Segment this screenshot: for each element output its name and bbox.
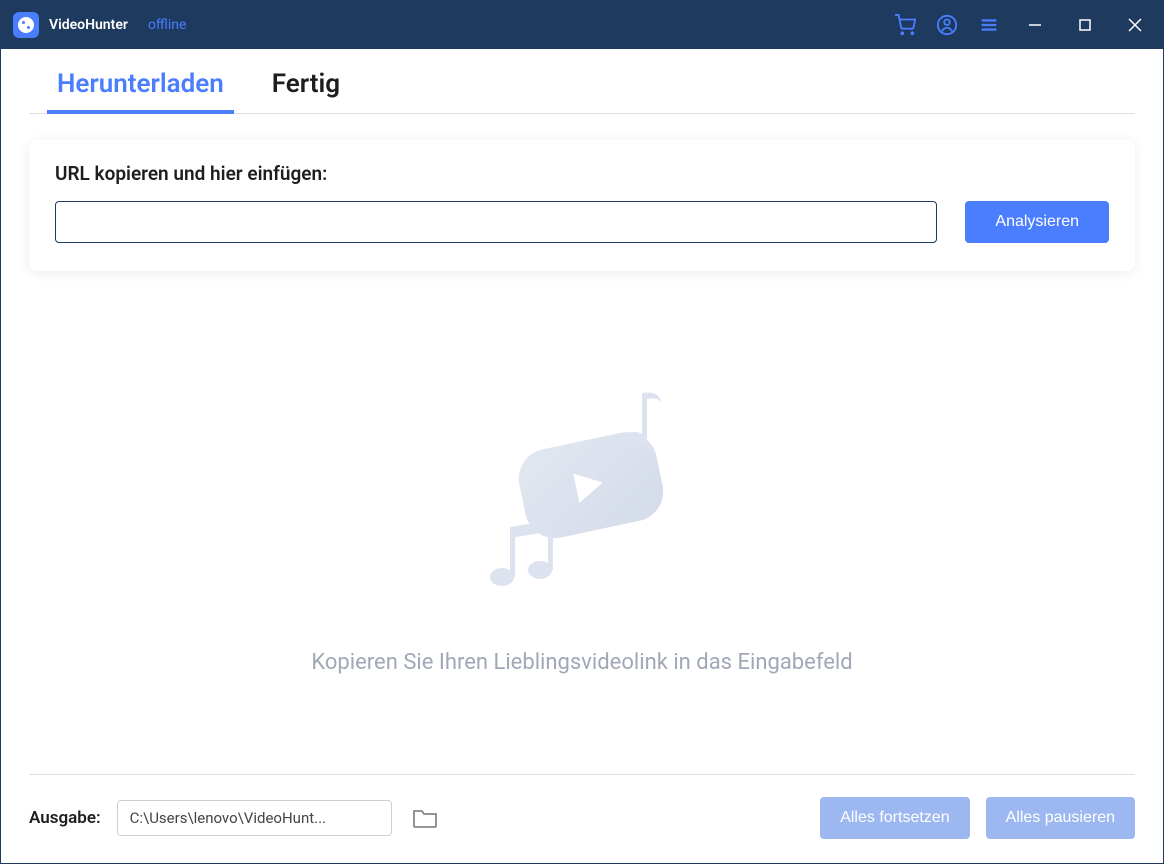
titlebar: VideoHunter offline	[1, 1, 1163, 49]
output-path-text: C:\Users\lenovo\VideoHunt...	[130, 809, 326, 827]
folder-icon[interactable]	[408, 804, 444, 832]
cart-icon[interactable]	[893, 13, 917, 37]
pause-all-button[interactable]: Alles pausieren	[986, 797, 1135, 839]
maximize-button[interactable]	[1069, 9, 1101, 41]
footer: Ausgabe: C:\Users\lenovo\VideoHunt... Al…	[29, 774, 1135, 863]
resume-all-button[interactable]: Alles fortsetzen	[820, 797, 969, 839]
user-icon[interactable]	[935, 13, 959, 37]
url-label: URL kopieren und hier einfügen:	[55, 162, 1109, 185]
app-title: VideoHunter	[49, 17, 128, 33]
titlebar-left: VideoHunter offline	[13, 12, 186, 38]
titlebar-right	[893, 9, 1151, 41]
close-button[interactable]	[1119, 9, 1151, 41]
empty-state-text: Kopieren Sie Ihren Lieblingsvideolink in…	[311, 650, 852, 675]
url-input[interactable]	[55, 201, 937, 243]
menu-icon[interactable]	[977, 13, 1001, 37]
output-label: Ausgabe:	[29, 808, 101, 828]
empty-state: Kopieren Sie Ihren Lieblingsvideolink in…	[29, 271, 1135, 774]
output-path[interactable]: C:\Users\lenovo\VideoHunt...	[117, 800, 392, 836]
app-icon	[13, 12, 39, 38]
tabs: Herunterladen Fertig	[29, 49, 1135, 114]
tab-done[interactable]: Fertig	[272, 69, 340, 113]
minimize-button[interactable]	[1019, 9, 1051, 41]
main-content: Herunterladen Fertig URL kopieren und hi…	[1, 49, 1163, 863]
url-card: URL kopieren und hier einfügen: Analysie…	[29, 140, 1135, 271]
status-text: offline	[148, 17, 187, 33]
analyze-button[interactable]: Analysieren	[965, 201, 1109, 243]
tab-download[interactable]: Herunterladen	[57, 69, 224, 113]
url-row: Analysieren	[55, 201, 1109, 243]
empty-illustration-icon	[462, 370, 702, 610]
